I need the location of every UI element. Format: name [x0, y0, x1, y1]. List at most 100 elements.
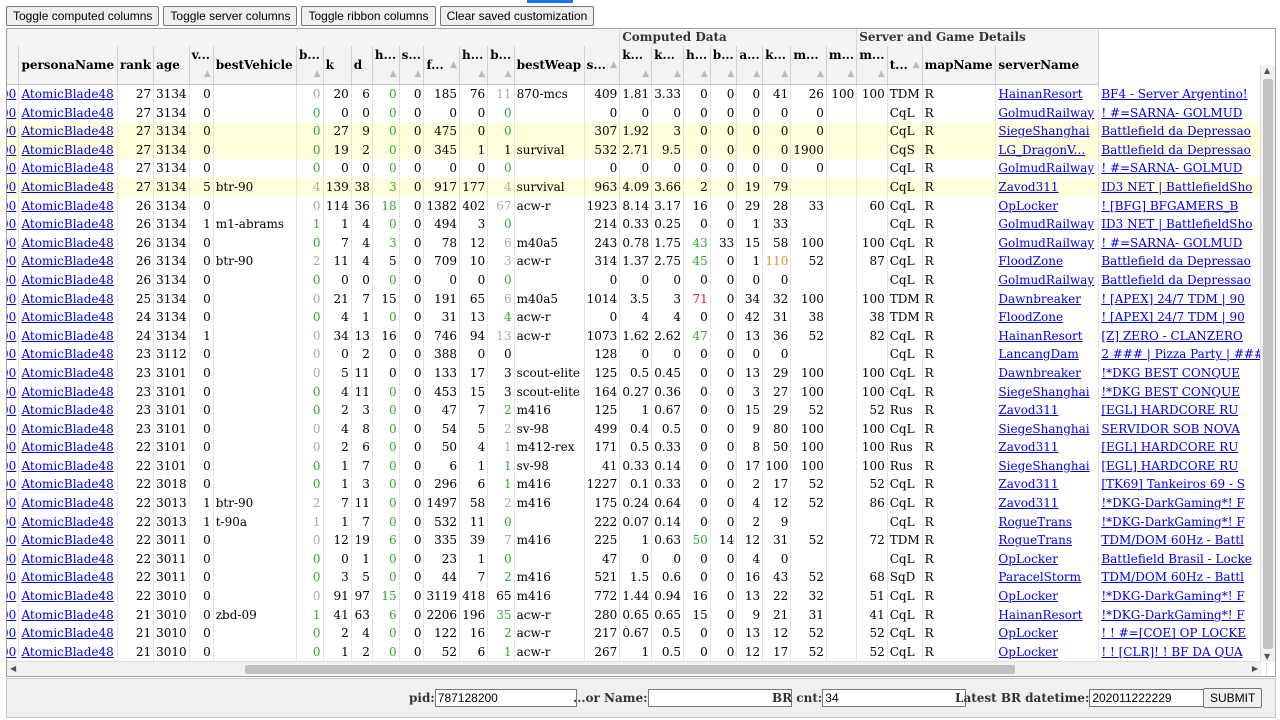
column-header[interactable]: personaName — [18, 46, 118, 85]
server-link[interactable]: [EGL] HARDCORE RU — [1101, 440, 1238, 454]
server-link[interactable]: ! [BFG] BFGAMERS_B — [1101, 199, 1238, 213]
row-id-link[interactable]: 00 — [7, 254, 16, 268]
persona-link[interactable]: AtomicBlade48 — [21, 236, 113, 250]
column-header[interactable]: age — [153, 46, 190, 85]
table-row[interactable]: 00AtomicBlade4822301800130029661m4161227… — [7, 475, 1267, 495]
server-link[interactable]: !*DKG BEST CONQUE — [1101, 366, 1240, 380]
row-id-link[interactable]: 00 — [7, 440, 16, 454]
scroll-left-arrow-icon[interactable]: ◀ — [10, 664, 16, 673]
map-link[interactable]: Zavod311 — [998, 477, 1058, 491]
map-link[interactable]: HainanResort — [998, 608, 1082, 622]
map-link[interactable]: GolmudRailway — [998, 217, 1094, 231]
persona-link[interactable]: AtomicBlade48 — [21, 608, 113, 622]
server-link[interactable]: BF4 - Server Argentino! — [1101, 87, 1247, 101]
sort-icon[interactable]: ▲ — [701, 65, 708, 84]
table-row[interactable]: 00AtomicBlade482631340btr-90211450709103… — [7, 252, 1267, 271]
toggle-ribbon-columns-button[interactable]: Toggle ribbon columns — [301, 6, 436, 26]
column-header[interactable]: mapName — [922, 46, 997, 85]
column-header[interactable]: k... ▲ — [762, 46, 792, 85]
persona-link[interactable]: AtomicBlade48 — [21, 180, 113, 194]
horizontal-scroll-thumb[interactable] — [245, 665, 1015, 674]
row-id-link[interactable]: 00 — [7, 385, 16, 399]
map-link[interactable]: GolmudRailway — [998, 273, 1094, 287]
table-row[interactable]: 00AtomicBlade482130100012005261acw-r2671… — [7, 642, 1267, 662]
server-link[interactable]: !*DKG-DarkGaming*! F — [1101, 515, 1244, 529]
row-id-link[interactable]: 00 — [7, 310, 16, 324]
row-id-link[interactable]: 00 — [7, 589, 16, 603]
server-link[interactable]: ! #=SARNA- GOLMUD — [1101, 161, 1242, 175]
server-link[interactable]: ID3 NET | BattlefieldSho — [1101, 217, 1252, 231]
map-link[interactable]: Zavod311 — [998, 180, 1058, 194]
column-header[interactable]: serverName — [995, 46, 1100, 85]
row-id-link[interactable]: 00 — [7, 273, 16, 287]
name-input[interactable] — [647, 689, 792, 707]
table-row[interactable]: 00AtomicBlade482631340000000000000000CqL… — [7, 270, 1267, 290]
sort-icon[interactable]: ▲ — [781, 65, 788, 84]
row-id-link[interactable]: 00 — [7, 570, 16, 584]
column-header[interactable]: t... ▲ — [887, 46, 923, 85]
persona-link[interactable]: AtomicBlade48 — [21, 273, 113, 287]
table-row[interactable]: 00AtomicBlade482231010026005041m412-rex1… — [7, 438, 1267, 457]
table-row[interactable]: 00AtomicBlade482230110035004472m4165211.… — [7, 568, 1267, 588]
toggle-server-columns-button[interactable]: Toggle server columns — [163, 6, 298, 26]
server-link[interactable]: Battlefield da Depressao — [1101, 124, 1251, 138]
column-header[interactable]: bestWeap — [514, 46, 585, 85]
persona-link[interactable]: AtomicBlade48 — [21, 161, 113, 175]
persona-link[interactable]: AtomicBlade48 — [21, 570, 113, 584]
map-link[interactable]: ParacelStorm — [998, 570, 1081, 584]
persona-link[interactable]: AtomicBlade48 — [21, 143, 113, 157]
horizontal-scrollbar[interactable]: ◀ ▶ — [7, 661, 1261, 676]
column-header[interactable]: a... ▲ — [736, 46, 764, 85]
map-link[interactable]: OpLocker — [998, 199, 1058, 213]
persona-link[interactable]: AtomicBlade48 — [21, 199, 113, 213]
persona-link[interactable]: AtomicBlade48 — [21, 552, 113, 566]
sort-icon[interactable]: ▲ — [817, 65, 824, 84]
server-link[interactable]: ! ! [CLR]! ! BF DA QUA — [1101, 645, 1242, 659]
column-header[interactable]: d — [351, 46, 373, 85]
column-header[interactable] — [7, 46, 20, 85]
map-link[interactable]: Zavod311 — [998, 496, 1058, 510]
br-count-input[interactable] — [822, 689, 967, 707]
map-link[interactable]: SiegeShanghai — [998, 124, 1089, 138]
persona-link[interactable]: AtomicBlade48 — [21, 477, 113, 491]
persona-link[interactable]: AtomicBlade48 — [21, 217, 113, 231]
row-id-link[interactable]: 00 — [7, 459, 16, 473]
sort-icon[interactable]: ▲ — [878, 65, 885, 84]
row-id-link[interactable]: 00 — [7, 217, 16, 231]
map-link[interactable]: Zavod311 — [998, 403, 1058, 417]
vertical-scroll-thumb[interactable] — [1263, 79, 1273, 649]
persona-link[interactable]: AtomicBlade48 — [21, 87, 113, 101]
server-link[interactable]: [Z] ZERO - CLANZERO — [1101, 329, 1242, 343]
table-row[interactable]: 00AtomicBlade482431341034131607469413acw… — [7, 326, 1267, 346]
persona-link[interactable]: AtomicBlade48 — [21, 106, 113, 120]
sort-icon[interactable]: ▲ — [390, 65, 397, 84]
sort-icon[interactable]: ▲ — [642, 65, 649, 84]
map-link[interactable]: GolmudRailway — [998, 236, 1094, 250]
server-link[interactable]: ID3 NET | BattlefieldSho — [1101, 180, 1252, 194]
column-header[interactable]: b... ▲ — [296, 46, 324, 85]
clear-saved-customization-button[interactable]: Clear saved customization — [439, 6, 595, 26]
map-link[interactable]: LancangDam — [998, 347, 1078, 361]
table-row[interactable]: 00AtomicBlade48223011000100231047000040C… — [7, 549, 1267, 569]
persona-link[interactable]: AtomicBlade48 — [21, 645, 113, 659]
map-link[interactable]: HainanResort — [998, 87, 1082, 101]
server-link[interactable]: ! [APEX] 24/7 TDM | 90 — [1101, 292, 1244, 306]
row-id-link[interactable]: 00 — [7, 552, 16, 566]
map-link[interactable]: GolmudRailway — [998, 106, 1094, 120]
persona-link[interactable]: AtomicBlade48 — [21, 440, 113, 454]
map-link[interactable]: GolmudRailway — [998, 161, 1094, 175]
table-row[interactable]: 00AtomicBlade4825313400217150191656m40a5… — [7, 289, 1267, 309]
sort-icon[interactable]: ▲ — [478, 65, 485, 84]
table-row[interactable]: 00AtomicBlade48273134001920034511surviva… — [7, 140, 1267, 160]
column-header[interactable]: v... ▲ — [189, 46, 214, 85]
column-header[interactable]: k... ▲ — [651, 46, 684, 85]
row-id-link[interactable]: 00 — [7, 199, 16, 213]
map-link[interactable]: HainanResort — [998, 329, 1082, 343]
column-header[interactable]: h... ▲ — [459, 46, 489, 85]
table-row[interactable]: 00AtomicBlade482331010051100133173scout-… — [7, 363, 1267, 383]
map-link[interactable]: Zavod311 — [998, 440, 1058, 454]
sort-icon[interactable]: ▲ — [753, 65, 760, 84]
column-header[interactable]: h... ▲ — [683, 46, 711, 85]
pid-input[interactable] — [434, 689, 577, 707]
scroll-up-arrow-icon[interactable]: ▲ — [1264, 66, 1270, 75]
